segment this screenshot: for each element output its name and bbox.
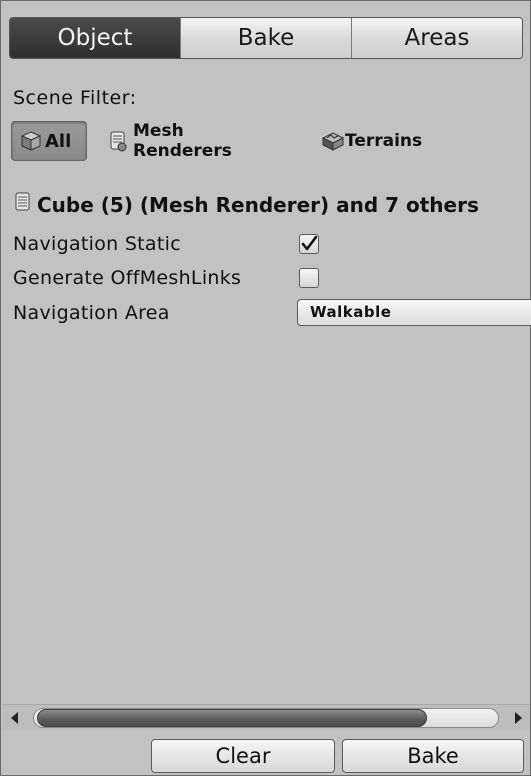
clear-button[interactable]: Clear: [151, 739, 335, 773]
tab-areas[interactable]: Areas: [351, 18, 522, 58]
filter-mesh-renderers-label: Mesh Renderers: [133, 121, 232, 161]
mesh-renderer-icon: [107, 130, 129, 152]
tab-bake[interactable]: Bake: [180, 18, 351, 58]
terrain-icon: [321, 130, 345, 152]
generate-offmeshlinks-label: Generate OffMeshLinks: [13, 267, 242, 289]
filter-mesh-renderers-button[interactable]: Mesh Renderers: [107, 121, 232, 161]
navigation-panel: Object Bake Areas Scene Filter: All Mesh…: [0, 0, 531, 776]
bake-button[interactable]: Bake: [342, 739, 524, 773]
filter-terrains-label: Terrains: [345, 131, 423, 151]
selection-title-text: Cube (5) (Mesh Renderer) and 7 others: [37, 192, 479, 217]
filter-terrains-button[interactable]: Terrains: [321, 121, 422, 161]
scene-filter-label: Scene Filter:: [13, 87, 137, 109]
selection-title: Cube (5) (Mesh Renderer) and 7 others: [13, 191, 479, 218]
horizontal-scrollbar[interactable]: [3, 704, 530, 731]
scrollbar-thumb[interactable]: [37, 709, 427, 727]
tab-bar: Object Bake Areas: [9, 17, 523, 59]
navigation-area-label: Navigation Area: [13, 302, 170, 324]
navigation-area-dropdown[interactable]: Walkable: [297, 299, 531, 326]
filter-all-label: All: [45, 130, 72, 152]
navigation-static-checkbox[interactable]: [299, 234, 319, 254]
navigation-static-label: Navigation Static: [13, 233, 181, 255]
scroll-left-arrow-icon[interactable]: [11, 712, 18, 724]
checkmark-icon: [301, 235, 318, 251]
cube-icon: [20, 130, 42, 152]
scroll-right-arrow-icon[interactable]: [515, 712, 522, 724]
generate-offmeshlinks-checkbox[interactable]: [299, 268, 319, 288]
filter-all-button[interactable]: All: [11, 121, 87, 161]
mesh-renderer-icon: [13, 191, 33, 218]
tab-object[interactable]: Object: [10, 18, 180, 58]
